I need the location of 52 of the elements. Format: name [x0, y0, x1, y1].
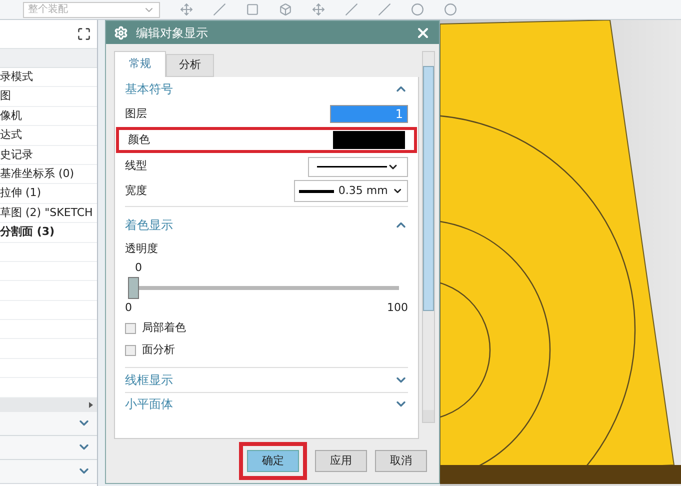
toolbar-tool-icon[interactable]: [312, 3, 325, 16]
horizontal-scrollbar[interactable]: [0, 398, 97, 412]
toolbar-tool-icon[interactable]: [345, 3, 358, 16]
toolbar-tool-icon[interactable]: [279, 3, 292, 16]
field-label: 颜色: [128, 132, 150, 148]
tree-item[interactable]: 史记录: [0, 146, 97, 165]
color-swatch[interactable]: [333, 131, 405, 149]
field-label: 图层: [125, 106, 147, 122]
dialog-title: 编辑对象显示: [136, 24, 209, 42]
dialog-button[interactable]: 应用: [315, 450, 367, 472]
tree-item[interactable]: 分割面 (3): [0, 223, 97, 243]
field-label: 透明度: [125, 241, 159, 257]
dialog-button[interactable]: 确定: [247, 450, 299, 472]
toolbar-tool-icon[interactable]: [213, 3, 226, 16]
scroll-right-arrow-icon[interactable]: [89, 402, 93, 408]
checkbox-label: 局部着色: [142, 320, 186, 336]
tree-item[interactable]: 像机: [0, 106, 97, 126]
field-label: 线型: [125, 158, 147, 174]
section-heading: 基本符号: [125, 81, 173, 98]
slider-min-label: 0: [125, 300, 132, 316]
section-heading: 线框显示: [125, 372, 173, 389]
section-heading: 着色显示: [125, 217, 173, 234]
tree-item[interactable]: 草图 (2) "SKETCH: [0, 204, 97, 224]
slider-thumb[interactable]: [128, 277, 139, 299]
checkbox-label: 面分析: [142, 342, 175, 358]
toolbar-tool-icon[interactable]: [180, 3, 193, 16]
solid-line-icon: [317, 166, 387, 168]
tree-item[interactable]: 达式: [0, 126, 97, 146]
toolbar-tool-icon[interactable]: [444, 3, 457, 16]
tree-item[interactable]: 录模式: [0, 68, 97, 88]
checkbox[interactable]: [125, 322, 136, 334]
dialog-tab[interactable]: 分析: [166, 54, 214, 77]
line-width-dropdown[interactable]: 0.35 mm: [294, 180, 408, 202]
maximize-icon[interactable]: [77, 27, 91, 41]
dialog-tab[interactable]: 常规: [114, 51, 166, 77]
slider-max-label: 100: [387, 300, 408, 316]
dialog-button[interactable]: 取消: [375, 450, 427, 472]
toolbar-tool-icon[interactable]: [378, 3, 391, 16]
vertical-scrollbar[interactable]: [422, 51, 435, 423]
section-heading: 小平面体: [125, 396, 173, 413]
tree-item[interactable]: 基准坐标系 (0): [0, 164, 97, 184]
line-type-dropdown[interactable]: [308, 156, 408, 176]
tree-item[interactable]: 拉伸 (1): [0, 184, 97, 204]
field-label: 宽度: [125, 182, 147, 199]
tree-item[interactable]: 图: [0, 87, 97, 107]
checkbox[interactable]: [125, 344, 136, 356]
toolbar-tool-icon[interactable]: [411, 3, 424, 16]
scroll-thumb[interactable]: [423, 66, 434, 311]
slider-reading: 0: [134, 260, 143, 276]
toolbar-tool-icon[interactable]: [246, 3, 259, 16]
settings-icon: [114, 26, 128, 40]
thick-line-icon: [299, 190, 334, 192]
